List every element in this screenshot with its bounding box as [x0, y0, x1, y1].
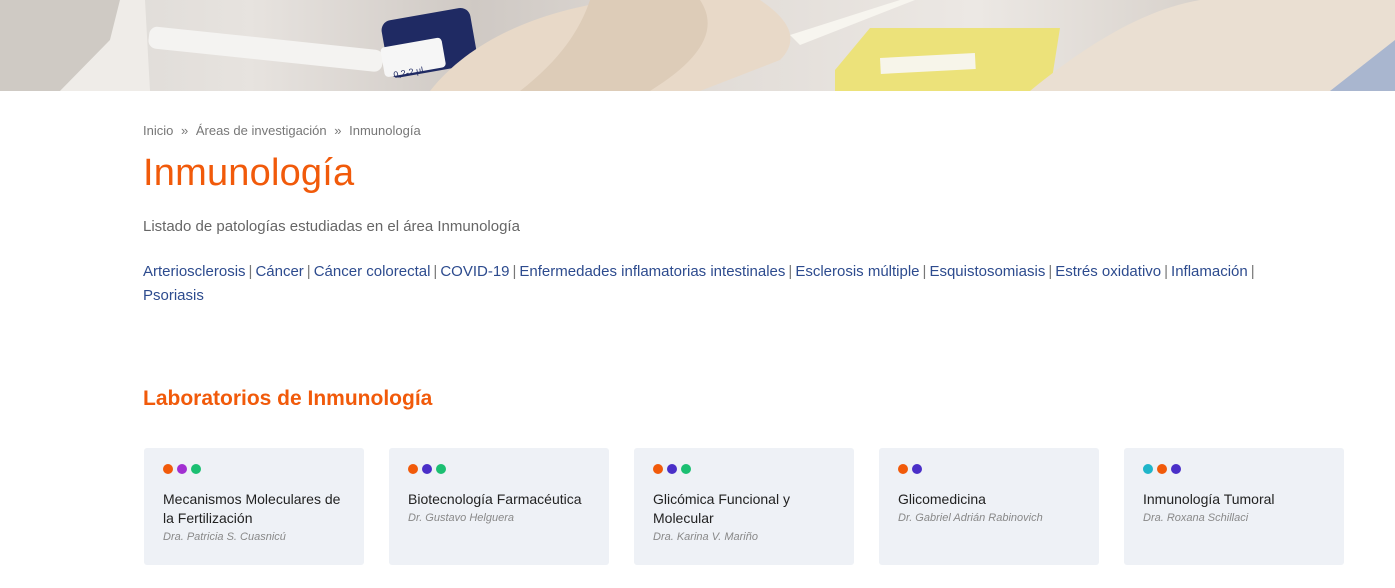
area-dot-icon — [408, 464, 418, 474]
area-dot-icon — [1143, 464, 1153, 474]
research-area-dots — [898, 464, 1079, 474]
breadcrumb-areas-link[interactable]: Áreas de investigación — [196, 123, 327, 138]
pathology-separator: | — [788, 263, 793, 280]
pathology-link-estres-oxidativo[interactable]: Estrés oxidativo — [1055, 263, 1161, 280]
pathology-link-covid-19[interactable]: COVID-19 — [440, 263, 509, 280]
area-dot-icon — [163, 464, 173, 474]
pathology-link-psoriasis[interactable]: Psoriasis — [143, 287, 204, 304]
lab-card-title: Mecanismos Moleculares de la Fertilizaci… — [163, 491, 341, 526]
page-subtitle: Listado de patologías estudiadas en el á… — [143, 218, 520, 235]
lab-card-title: Glicómica Funcional y Molecular — [653, 491, 790, 526]
pathology-link-list: Arteriosclerosis | Cáncer | Cáncer colorecta… — [143, 260, 1333, 308]
breadcrumb-home-link[interactable]: Inicio — [143, 123, 173, 138]
pathology-link-arteriosclerosis[interactable]: Arteriosclerosis — [143, 263, 246, 280]
page-title: Inmunología — [143, 152, 355, 194]
research-area-dots — [653, 464, 834, 474]
breadcrumb-current: Inmunología — [349, 123, 421, 138]
area-dot-icon — [436, 464, 446, 474]
area-dot-icon — [653, 464, 663, 474]
pathology-separator: | — [306, 263, 311, 280]
area-dot-icon — [191, 464, 201, 474]
pathology-separator: | — [512, 263, 517, 280]
pathology-separator: | — [922, 263, 927, 280]
pathology-separator: | — [1048, 263, 1053, 280]
lab-card-title: Glicomedicina — [898, 491, 986, 507]
lab-card-title: Inmunología Tumoral — [1143, 491, 1275, 507]
pathology-link-enfermedades-inflamatorias[interactable]: Enfermedades inflamatorias intestinales — [519, 263, 785, 280]
area-dot-icon — [912, 464, 922, 474]
pathology-link-cancer[interactable]: Cáncer — [255, 263, 303, 280]
area-dot-icon — [422, 464, 432, 474]
research-area-dots — [1143, 464, 1324, 474]
pathology-link-esclerosis-multiple[interactable]: Esclerosis múltiple — [795, 263, 919, 280]
lab-card-director: Dra. Karina V. Mariño — [653, 531, 758, 543]
lab-card[interactable]: Glicomedicina Dr. Gabriel Adrián Rabinovi… — [879, 448, 1099, 565]
area-dot-icon — [1157, 464, 1167, 474]
pathology-separator: | — [248, 263, 253, 280]
hero-image: 0,2-2 µl — [0, 0, 1395, 91]
lab-card-director: Dr. Gabriel Adrián Rabinovich — [898, 512, 1043, 524]
area-dot-icon — [681, 464, 691, 474]
area-dot-icon — [1171, 464, 1181, 474]
pathology-link-inflamacion[interactable]: Inflamación — [1171, 263, 1248, 280]
pathology-separator: | — [433, 263, 438, 280]
research-area-dots — [163, 464, 344, 474]
pathology-link-cancer-colorectal[interactable]: Cáncer colorectal — [314, 263, 431, 280]
lab-card-director: Dra. Roxana Schillaci — [1143, 512, 1249, 524]
pathology-separator: | — [1164, 263, 1169, 280]
labs-section-title: Laboratorios de Inmunología — [143, 387, 433, 410]
pathology-separator: | — [1250, 263, 1255, 280]
lab-photo-illustration: 0,2-2 µl — [0, 0, 1395, 91]
area-dot-icon — [667, 464, 677, 474]
area-dot-icon — [898, 464, 908, 474]
breadcrumb-separator: » — [334, 123, 342, 138]
lab-card[interactable]: Inmunología Tumoral Dra. Roxana Schillaci — [1124, 448, 1344, 565]
lab-card[interactable]: Biotecnología Farmacéutica Dr. Gustavo He… — [389, 448, 609, 565]
lab-card[interactable]: Glicómica Funcional y Molecular Dra. Kari… — [634, 448, 854, 565]
lab-card-director: Dr. Gustavo Helguera — [408, 512, 514, 524]
lab-card-list: Mecanismos Moleculares de la Fertilizaci… — [144, 448, 1344, 565]
lab-card-title: Biotecnología Farmacéutica — [408, 491, 582, 507]
pathology-link-esquistosomiasis[interactable]: Esquistosomiasis — [929, 263, 1045, 280]
lab-card-director: Dra. Patricia S. Cuasnicú — [163, 531, 286, 543]
area-dot-icon — [177, 464, 187, 474]
research-area-dots — [408, 464, 589, 474]
breadcrumb-separator: » — [180, 123, 189, 138]
breadcrumb: Inicio » Áreas de investigación » Inmuno… — [143, 123, 421, 138]
lab-card[interactable]: Mecanismos Moleculares de la Fertilizaci… — [144, 448, 364, 565]
